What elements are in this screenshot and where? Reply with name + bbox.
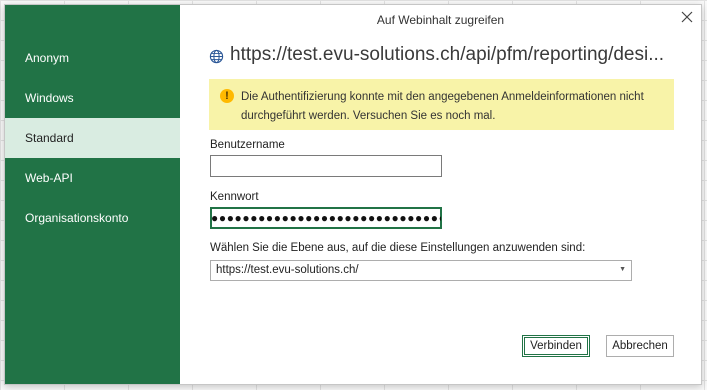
dialog-title: Auf Webinhalt zugreifen xyxy=(376,13,505,27)
connect-button[interactable]: Verbinden xyxy=(522,335,590,357)
close-icon xyxy=(681,11,693,23)
username-label: Benutzername xyxy=(210,139,285,151)
sidebar-item-anonym[interactable]: Anonym xyxy=(5,38,180,78)
password-label: Kennwort xyxy=(210,191,259,203)
url-text: https://test.evu-solutions.ch/api/pfm/re… xyxy=(230,44,665,65)
level-label: Wählen Sie die Ebene aus, auf die diese … xyxy=(210,242,586,254)
password-field[interactable]: ●●●●●●●●●●●●●●●●●●●●●●●●●●●●●●●● xyxy=(210,207,442,229)
level-select-value: https://test.evu-solutions.ch/ xyxy=(216,264,359,276)
password-masked-value: ●●●●●●●●●●●●●●●●●●●●●●●●●●●●●●●● xyxy=(211,211,441,225)
username-field[interactable] xyxy=(210,155,442,177)
level-select[interactable]: https://test.evu-solutions.ch/ ▼ xyxy=(210,260,632,281)
auth-error-banner: ! Die Authentifizierung konnte mit den a… xyxy=(209,79,674,130)
auth-method-sidebar: Anonym Windows Standard Web-API Organisa… xyxy=(5,5,180,384)
chevron-down-icon: ▼ xyxy=(619,266,626,273)
warning-text: Die Authentifizierung konnte mit den ang… xyxy=(241,91,644,122)
close-button[interactable] xyxy=(679,9,695,25)
web-content-access-dialog: Anonym Windows Standard Web-API Organisa… xyxy=(4,4,702,385)
sidebar-item-standard[interactable]: Standard xyxy=(5,118,180,158)
cancel-button[interactable]: Abbrechen xyxy=(606,335,674,357)
warning-icon: ! xyxy=(220,89,234,103)
globe-icon xyxy=(209,49,224,64)
sidebar-item-web-api[interactable]: Web-API xyxy=(5,158,180,198)
sidebar-item-windows[interactable]: Windows xyxy=(5,78,180,118)
resource-url: https://test.evu-solutions.ch/api/pfm/re… xyxy=(209,43,679,69)
sidebar-item-organisationskonto[interactable]: Organisationskonto xyxy=(5,198,180,238)
